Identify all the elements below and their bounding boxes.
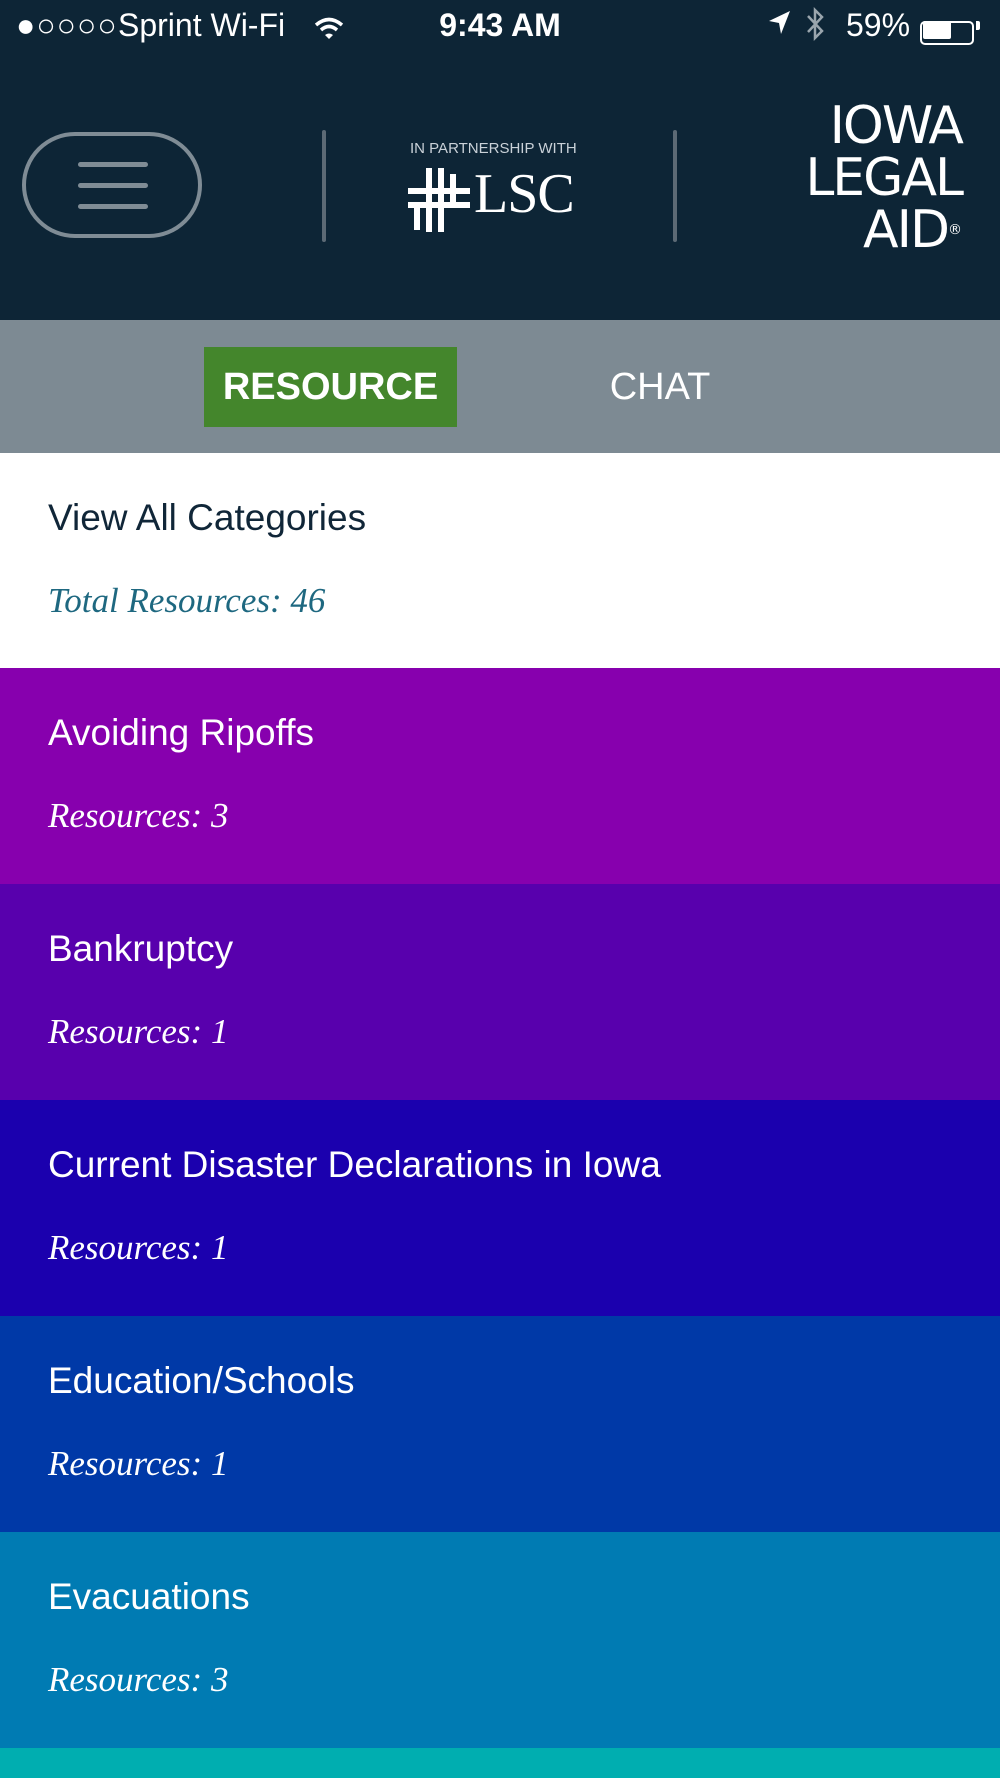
category-resource-count: Resources: 3 [48,796,229,835]
category-title: View All Categories [48,497,367,538]
location-arrow-icon [766,7,792,44]
status-bar: ●○○○○ Sprint Wi-Fi 9:43 AM 59% [0,0,1000,56]
category-resource-count: Resources: 1 [48,1012,229,1051]
category-resource-count: Total Resources: 46 [48,581,326,620]
battery-icon [920,14,980,45]
category-resource-count: Resources: 1 [48,1444,229,1483]
category-title: Avoiding Ripoffs [48,712,315,753]
category-item-partial[interactable] [0,1748,1000,1778]
header-divider [322,130,326,242]
category-resource-count: Resources: 3 [48,1660,229,1699]
category-item-evacuations[interactable]: Evacuations Resources: 3 [0,1532,1000,1748]
logo-line: AID [863,200,950,260]
category-title: Current Disaster Declarations in Iowa [48,1144,661,1185]
tab-resource[interactable]: RESOURCE [204,347,457,427]
logo-line: IOWA [829,96,964,156]
bluetooth-icon [804,6,826,49]
partner-caption: IN PARTNERSHIP WITH [410,140,577,157]
tab-bar: RESOURCE CHAT [0,320,1000,453]
category-item-education-schools[interactable]: Education/Schools Resources: 1 [0,1316,1000,1532]
partner-name: LSC [474,163,575,225]
iowa-legal-aid-logo: IOWA LEGAL AID® [805,96,964,256]
lsc-partner-logo: IN PARTNERSHIP WITH LSC [380,140,620,240]
category-resource-count: Resources: 1 [48,1228,229,1267]
app-header: IN PARTNERSHIP WITH LSC IOWA LEGAL AID® [0,56,1000,320]
logo-line: LEGAL [805,148,964,208]
view-all-categories-item[interactable]: View All Categories Total Resources: 46 [0,453,1000,668]
category-title: Bankruptcy [48,928,234,969]
category-item-disaster-declarations[interactable]: Current Disaster Declarations in Iowa Re… [0,1100,1000,1316]
lsc-mark-icon [408,168,470,237]
category-item-bankruptcy[interactable]: Bankruptcy Resources: 1 [0,884,1000,1100]
registered-mark: ® [948,222,962,238]
category-title: Evacuations [48,1576,250,1617]
header-divider [673,130,677,242]
battery-percentage: 59% [846,7,911,43]
category-item-avoiding-ripoffs[interactable]: Avoiding Ripoffs Resources: 3 [0,668,1000,884]
menu-button[interactable] [22,132,202,238]
tab-chat[interactable]: CHAT [560,347,760,427]
category-title: Education/Schools [48,1360,355,1401]
